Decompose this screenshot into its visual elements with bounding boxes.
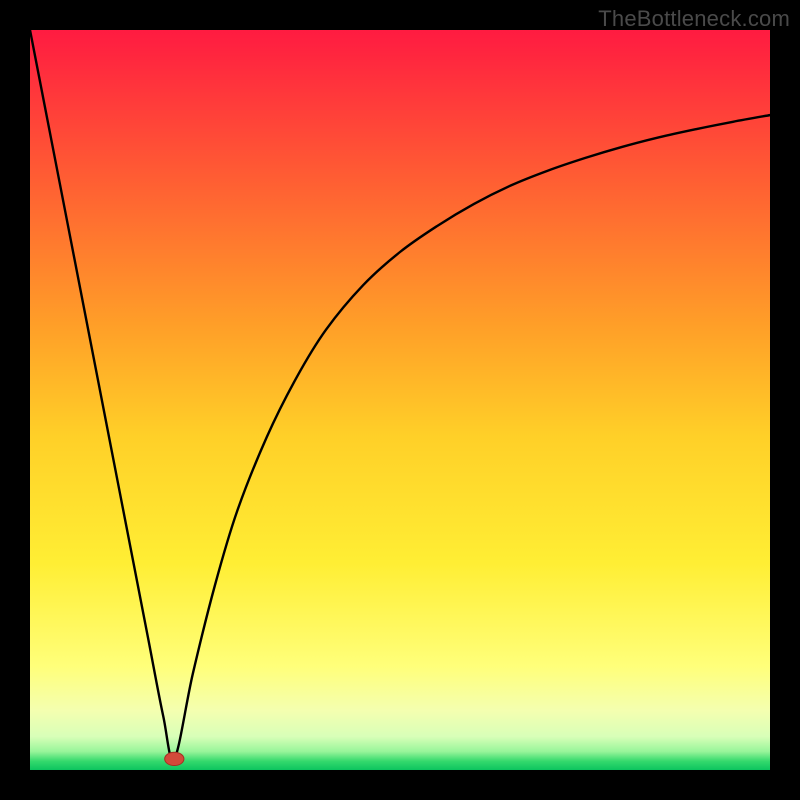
- curve-layer: [30, 30, 770, 770]
- chart-frame: TheBottleneck.com: [0, 0, 800, 800]
- plot-area: [30, 30, 770, 770]
- bottleneck-curve: [30, 30, 770, 760]
- watermark-text: TheBottleneck.com: [598, 6, 790, 32]
- min-marker: [165, 752, 184, 765]
